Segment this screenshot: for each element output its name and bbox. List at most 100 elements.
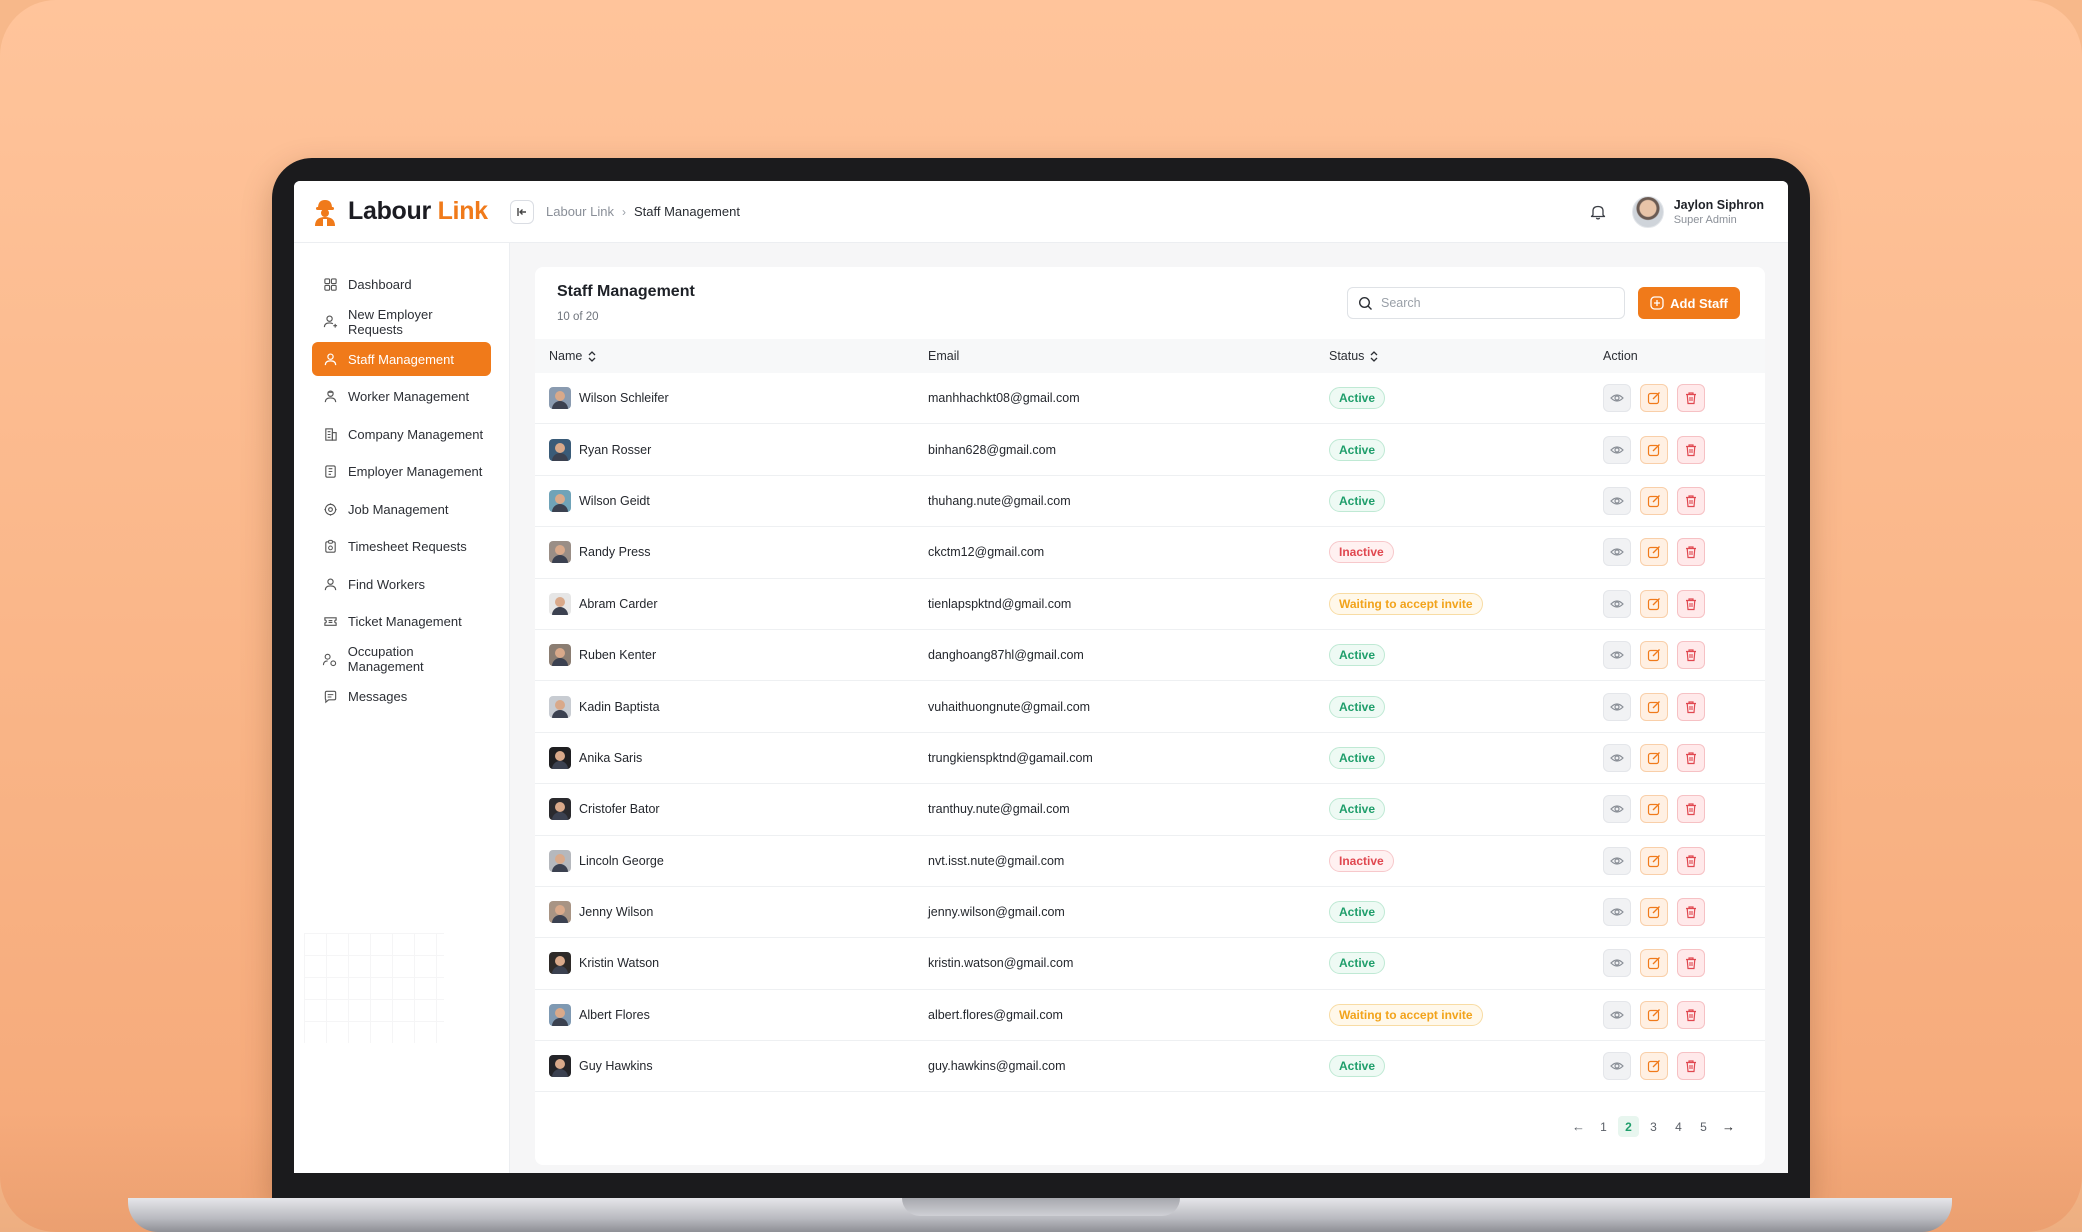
status-badge: Active	[1329, 798, 1386, 821]
edit-button[interactable]	[1640, 1052, 1668, 1081]
next-page-button[interactable]: →	[1718, 1116, 1739, 1137]
delete-button[interactable]	[1677, 384, 1705, 413]
sort-icon	[1370, 350, 1378, 362]
delete-button[interactable]	[1677, 898, 1705, 927]
edit-button[interactable]	[1640, 692, 1668, 721]
page-2-button[interactable]: 2	[1618, 1116, 1639, 1137]
sidebar-item-job-management[interactable]: Job Management	[312, 492, 491, 526]
edit-button[interactable]	[1640, 743, 1668, 772]
status-cell: Active	[1329, 424, 1386, 474]
edit-button[interactable]	[1640, 538, 1668, 567]
edit-button[interactable]	[1640, 384, 1668, 413]
delete-button[interactable]	[1677, 1052, 1705, 1081]
delete-button[interactable]	[1677, 486, 1705, 515]
sidebar-item-staff-management[interactable]: Staff Management	[312, 342, 491, 376]
staff-email: tienlapspktnd@gmail.com	[928, 596, 1072, 611]
delete-button[interactable]	[1677, 1000, 1705, 1029]
laptop-base-notch	[902, 1198, 1180, 1216]
sidebar-item-company-management[interactable]: Company Management	[312, 417, 491, 451]
edit-icon	[1647, 957, 1660, 970]
delete-button[interactable]	[1677, 435, 1705, 464]
edit-button[interactable]	[1640, 795, 1668, 824]
view-button[interactable]	[1603, 692, 1631, 721]
add-staff-button[interactable]: Add Staff	[1638, 287, 1740, 319]
view-button[interactable]	[1603, 486, 1631, 515]
view-button[interactable]	[1603, 949, 1631, 978]
user-profile[interactable]: Jaylon Siphron Super Admin	[1631, 195, 1764, 228]
delete-button[interactable]	[1677, 949, 1705, 978]
edit-icon	[1647, 597, 1660, 610]
edit-button[interactable]	[1640, 846, 1668, 875]
page-3-button[interactable]: 3	[1643, 1116, 1664, 1137]
edit-icon	[1647, 1060, 1660, 1073]
edit-button[interactable]	[1640, 641, 1668, 670]
search-input[interactable]	[1381, 296, 1601, 310]
email-cell: ckctm12@gmail.com	[928, 527, 1044, 577]
email-cell: danghoang87hl@gmail.com	[928, 630, 1084, 680]
view-button[interactable]	[1603, 846, 1631, 875]
sidebar-item-occupation-management[interactable]: Occupation Management	[312, 642, 491, 676]
view-button[interactable]	[1603, 795, 1631, 824]
delete-button[interactable]	[1677, 538, 1705, 567]
view-button[interactable]	[1603, 743, 1631, 772]
sidebar-item-worker-management[interactable]: Worker Management	[312, 380, 491, 414]
edit-button[interactable]	[1640, 949, 1668, 978]
sidebar-item-new-employer-requests[interactable]: New Employer Requests	[312, 305, 491, 339]
trash-icon	[1686, 700, 1696, 713]
staff-email: vuhaithuongnute@gmail.com	[928, 699, 1091, 714]
clipboard-icon	[322, 539, 338, 555]
sidebar-item-ticket-management[interactable]: Ticket Management	[312, 605, 491, 639]
view-button[interactable]	[1603, 898, 1631, 927]
table-row: Kadin Baptista vuhaithuongnute@gmail.com…	[535, 681, 1765, 733]
collapse-sidebar-button[interactable]	[510, 199, 534, 224]
view-button[interactable]	[1603, 384, 1631, 413]
name-cell: Lincoln George	[549, 836, 664, 886]
breadcrumb-current: Staff Management	[633, 204, 740, 219]
staff-email: thuhang.nute@gmail.com	[928, 493, 1071, 508]
delete-button[interactable]	[1677, 641, 1705, 670]
delete-button[interactable]	[1677, 589, 1705, 618]
staff-email: guy.hawkins@gmail.com	[928, 1059, 1066, 1074]
delete-button[interactable]	[1677, 743, 1705, 772]
eye-icon	[1610, 908, 1624, 916]
column-name[interactable]: Name	[549, 349, 596, 363]
notification-button[interactable]	[1586, 200, 1610, 224]
sidebar-item-dashboard[interactable]: Dashboard	[312, 267, 491, 301]
avatar	[549, 798, 571, 821]
edit-button[interactable]	[1640, 1000, 1668, 1029]
view-button[interactable]	[1603, 435, 1631, 464]
delete-button[interactable]	[1677, 692, 1705, 721]
view-button[interactable]	[1603, 1000, 1631, 1029]
status-cell: Active	[1329, 373, 1386, 423]
view-button[interactable]	[1603, 538, 1631, 567]
sidebar-item-label: Occupation Management	[347, 644, 424, 674]
view-button[interactable]	[1603, 1052, 1631, 1081]
action-cell	[1603, 1041, 1705, 1091]
delete-button[interactable]	[1677, 846, 1705, 875]
sidebar-decoration	[304, 933, 444, 1043]
sidebar-item-messages[interactable]: Messages	[312, 680, 491, 714]
sidebar-item-employer-management[interactable]: Employer Management	[312, 455, 491, 489]
view-button[interactable]	[1603, 589, 1631, 618]
sidebar-item-find-workers[interactable]: Find Workers	[312, 567, 491, 601]
eye-icon	[1610, 702, 1624, 711]
sidebar-item-label: Staff Management	[348, 351, 454, 367]
edit-button[interactable]	[1640, 486, 1668, 515]
delete-button[interactable]	[1677, 795, 1705, 824]
prev-page-button[interactable]: ←	[1568, 1116, 1589, 1137]
search-box[interactable]	[1347, 287, 1625, 319]
name-cell: Anika Saris	[549, 733, 642, 783]
page-4-button[interactable]: 4	[1668, 1116, 1689, 1137]
edit-button[interactable]	[1640, 435, 1668, 464]
table-header: Name Email Status Action	[535, 339, 1765, 373]
edit-button[interactable]	[1640, 589, 1668, 618]
sidebar-item-timesheet-requests[interactable]: Timesheet Requests	[312, 530, 491, 564]
page-1-button[interactable]: 1	[1593, 1116, 1614, 1137]
page-5-button[interactable]: 5	[1693, 1116, 1714, 1137]
column-status[interactable]: Status	[1329, 349, 1378, 363]
breadcrumb-root-link[interactable]: Labour Link	[546, 204, 614, 219]
brand[interactable]: Labour Link	[294, 197, 510, 227]
view-button[interactable]	[1603, 641, 1631, 670]
edit-button[interactable]	[1640, 898, 1668, 927]
edit-icon	[1647, 700, 1660, 713]
